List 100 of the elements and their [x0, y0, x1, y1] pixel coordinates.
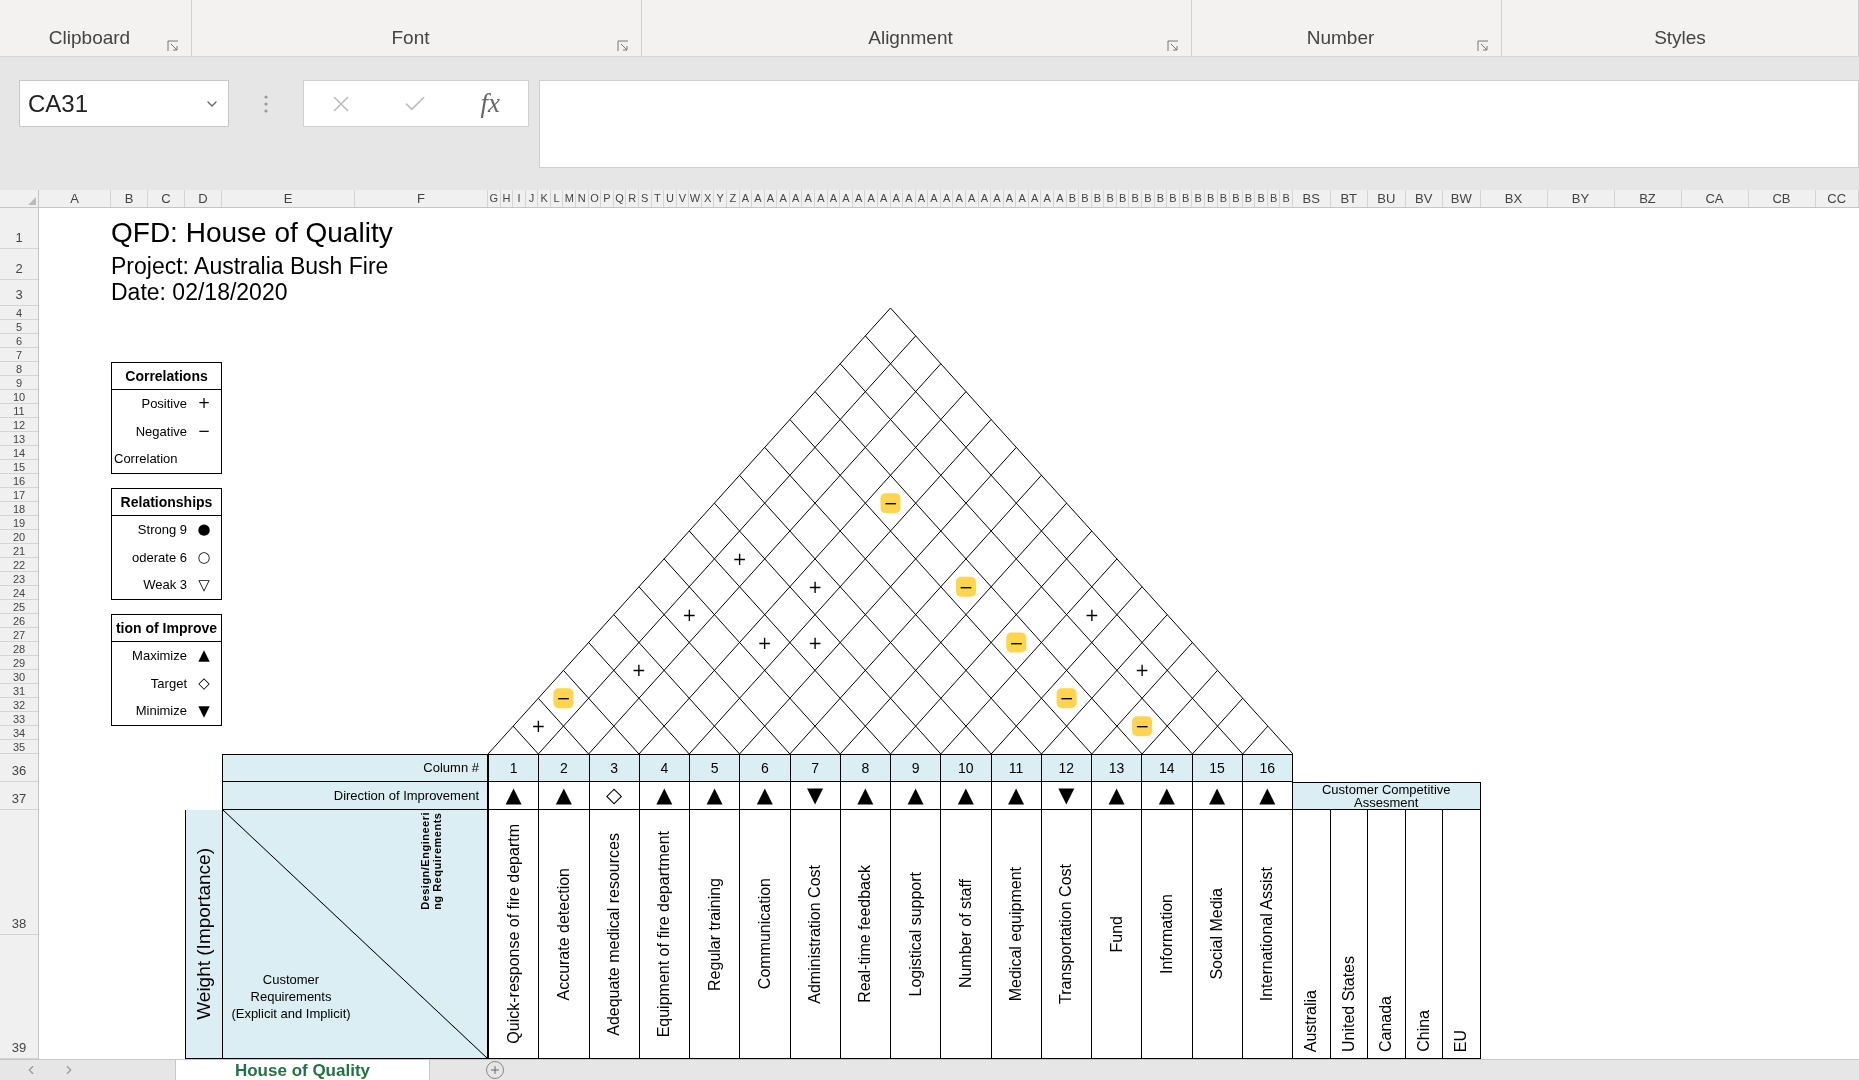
- name-box[interactable]: CA31: [19, 80, 229, 127]
- row-header[interactable]: 2: [15, 261, 23, 279]
- row-header[interactable]: 24: [12, 587, 26, 599]
- row-header[interactable]: 11: [13, 405, 25, 417]
- column-header[interactable]: B: [1181, 193, 1190, 204]
- column-header[interactable]: BW: [1450, 192, 1472, 205]
- column-header[interactable]: N: [577, 193, 586, 204]
- column-header[interactable]: Z: [729, 193, 737, 204]
- column-header[interactable]: B: [1119, 193, 1127, 204]
- row-header[interactable]: 12: [12, 419, 26, 431]
- column-header[interactable]: R: [628, 193, 637, 204]
- formula-input[interactable]: [539, 80, 1859, 168]
- column-header[interactable]: A: [854, 193, 863, 204]
- column-header[interactable]: B: [1282, 193, 1290, 204]
- row-header[interactable]: 35: [12, 741, 26, 753]
- column-header[interactable]: L: [553, 193, 560, 204]
- column-header[interactable]: H: [502, 193, 511, 204]
- column-header[interactable]: I: [517, 193, 521, 204]
- column-header[interactable]: A: [804, 193, 812, 204]
- row-header[interactable]: 37: [11, 791, 27, 809]
- column-header[interactable]: A: [917, 193, 926, 204]
- column-header[interactable]: A: [968, 193, 976, 204]
- column-header[interactable]: A: [792, 193, 800, 204]
- column-header[interactable]: K: [540, 193, 548, 204]
- column-header[interactable]: A: [980, 193, 988, 204]
- column-header[interactable]: B: [1207, 193, 1215, 204]
- row-header[interactable]: 6: [15, 335, 23, 347]
- column-header[interactable]: B: [1081, 193, 1089, 204]
- column-header[interactable]: A: [905, 193, 913, 204]
- column-header[interactable]: A: [993, 193, 1001, 204]
- row-header[interactable]: 27: [12, 629, 26, 641]
- row-header[interactable]: 4: [15, 307, 23, 319]
- column-header[interactable]: A: [1043, 193, 1051, 204]
- row-header[interactable]: 33: [12, 713, 26, 725]
- row-header[interactable]: 38: [11, 915, 27, 934]
- row-header[interactable]: 34: [12, 727, 26, 739]
- row-header[interactable]: 5: [15, 321, 23, 333]
- column-header[interactable]: A: [955, 193, 963, 204]
- column-header[interactable]: U: [665, 193, 674, 204]
- column-header[interactable]: A: [1030, 193, 1039, 204]
- column-header[interactable]: A: [779, 193, 787, 204]
- column-header[interactable]: A: [766, 193, 775, 204]
- column-header[interactable]: T: [653, 193, 661, 204]
- column-header[interactable]: F: [417, 192, 425, 205]
- column-header[interactable]: A: [867, 193, 875, 204]
- column-header[interactable]: BV: [1415, 192, 1433, 205]
- row-header[interactable]: 22: [12, 559, 26, 571]
- more-options-icon[interactable]: [263, 94, 269, 114]
- column-header[interactable]: P: [603, 193, 611, 204]
- row-header[interactable]: 25: [12, 601, 26, 613]
- column-header[interactable]: E: [283, 192, 293, 205]
- column-header[interactable]: BX: [1504, 192, 1523, 205]
- row-header[interactable]: 31: [12, 685, 26, 697]
- column-header[interactable]: CC: [1827, 192, 1847, 205]
- column-header[interactable]: B: [1232, 193, 1240, 204]
- dialog-launcher-icon[interactable]: [1167, 40, 1179, 52]
- column-header[interactable]: M: [564, 193, 574, 204]
- row-header[interactable]: 13: [12, 433, 26, 445]
- column-header[interactable]: A: [842, 193, 850, 204]
- column-header[interactable]: BT: [1340, 192, 1358, 205]
- row-header[interactable]: 8: [15, 363, 23, 375]
- column-header[interactable]: BU: [1377, 192, 1396, 205]
- column-header[interactable]: B: [1106, 193, 1114, 204]
- column-header[interactable]: Q: [615, 193, 624, 204]
- column-header[interactable]: BY: [1571, 192, 1590, 205]
- column-header[interactable]: J: [528, 193, 535, 204]
- column-header[interactable]: W: [689, 193, 701, 204]
- column-header[interactable]: CA: [1705, 192, 1724, 205]
- column-header[interactable]: O: [590, 193, 599, 204]
- column-header[interactable]: A: [829, 193, 838, 204]
- row-header[interactable]: 32: [12, 699, 26, 711]
- dialog-launcher-icon[interactable]: [617, 40, 629, 52]
- column-header[interactable]: B: [1244, 193, 1253, 204]
- column-header[interactable]: A: [1018, 193, 1026, 204]
- column-header[interactable]: BS: [1302, 192, 1320, 205]
- row-header[interactable]: 36: [11, 763, 27, 781]
- column-header[interactable]: S: [641, 193, 649, 204]
- row-header[interactable]: 1: [15, 230, 23, 248]
- column-header[interactable]: B: [124, 192, 134, 205]
- row-header[interactable]: 10: [12, 391, 26, 403]
- row-header[interactable]: 14: [12, 447, 26, 459]
- column-header[interactable]: G: [489, 193, 499, 204]
- column-header[interactable]: B: [1144, 193, 1152, 204]
- column-header[interactable]: V: [678, 193, 687, 204]
- row-header[interactable]: 7: [15, 349, 23, 361]
- column-header[interactable]: B: [1156, 193, 1165, 204]
- column-header[interactable]: B: [1269, 193, 1278, 204]
- row-header[interactable]: 17: [12, 489, 26, 501]
- insert-function-button[interactable]: fx: [476, 83, 504, 124]
- column-header[interactable]: B: [1257, 193, 1265, 204]
- column-header[interactable]: D: [198, 192, 208, 205]
- column-header[interactable]: A: [880, 193, 888, 204]
- row-header[interactable]: 28: [12, 643, 26, 655]
- column-header[interactable]: A: [1056, 193, 1064, 204]
- row-header[interactable]: 23: [12, 573, 26, 585]
- column-header[interactable]: B: [1068, 193, 1077, 204]
- dialog-launcher-icon[interactable]: [167, 40, 179, 52]
- row-header[interactable]: 18: [12, 503, 26, 515]
- column-header[interactable]: A: [930, 193, 938, 204]
- row-header[interactable]: 29: [12, 657, 26, 669]
